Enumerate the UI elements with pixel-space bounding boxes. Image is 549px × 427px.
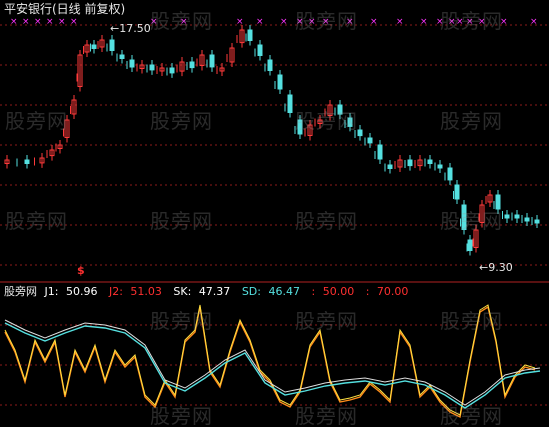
candle-body: [149, 64, 155, 71]
legend-level-50: : 50.00: [311, 285, 355, 298]
indicator-name: 股旁网: [4, 285, 37, 298]
watermark: 股旁网: [150, 109, 213, 133]
candle-body: [257, 44, 263, 56]
signal-cross: ×: [46, 17, 54, 27]
watermark: 股旁网: [150, 9, 213, 33]
candle-body: [407, 159, 413, 167]
candle-body: [357, 129, 363, 137]
signal-cross: ×: [10, 17, 18, 27]
chart-title: 平安银行(日线 前复权): [4, 2, 126, 16]
watermark: 股旁网: [150, 404, 213, 427]
candle-body: [267, 59, 273, 71]
watermark: 股旁网: [440, 9, 503, 33]
candle-body: [514, 214, 520, 219]
candle-body: [367, 137, 373, 144]
watermark: 股旁网: [295, 9, 358, 33]
candle-body: [377, 144, 383, 160]
legend-j1: J1: 50.96: [44, 285, 98, 298]
watermark: 股旁网: [440, 404, 503, 427]
candle-body: [504, 214, 510, 219]
signal-cross: ×: [370, 17, 378, 27]
watermark: 股旁网: [440, 209, 503, 233]
candle-body: [169, 67, 175, 74]
watermark: 股旁网: [5, 109, 68, 133]
watermark: 股旁网: [5, 209, 68, 233]
legend-sk: SK: 47.37: [173, 285, 231, 298]
signal-cross: ×: [396, 17, 404, 27]
watermark: 股旁网: [295, 404, 358, 427]
low-price-label: ←9.30: [479, 261, 513, 274]
candle-body: [454, 184, 460, 200]
candle-body: [437, 164, 443, 169]
candle-body: [109, 39, 115, 51]
watermark: 股旁网: [150, 209, 213, 233]
candle-body: [467, 239, 473, 251]
candle-body: [24, 159, 30, 164]
signal-cross: ×: [420, 17, 428, 27]
candle-body: [129, 59, 135, 68]
candle-body: [387, 164, 393, 169]
signal-cross: ×: [280, 17, 288, 27]
signal-cross: ×: [530, 17, 538, 27]
signal-cross: ×: [70, 17, 78, 27]
signal-cross: ×: [256, 17, 264, 27]
signal-cross: ×: [236, 17, 244, 27]
stock-chart-window[interactable]: × × × × × × × × × × × × × × × × × × × × × × × × × 平安银行(日线 前复权) ←…: [0, 0, 549, 427]
candle-body: [534, 219, 540, 224]
legend-j2: J2: 51.03: [108, 285, 162, 298]
high-price-label: ←17.50: [110, 22, 151, 35]
candle-body: [119, 54, 125, 59]
watermark: 股旁网: [295, 209, 358, 233]
signal-cross: ×: [22, 17, 30, 27]
signal-cross: ×: [58, 17, 66, 27]
indicator-legend: 股旁网 J1: 50.96 J2: 51.03 SK: 47.37 SD: 46…: [4, 285, 416, 298]
candle-body: [447, 167, 453, 181]
candle-body: [189, 61, 195, 69]
candle-body: [524, 217, 530, 222]
watermark: 股旁网: [295, 109, 358, 133]
watermark: 股旁网: [440, 109, 503, 133]
legend-sd: SD: 46.47: [241, 285, 300, 298]
candle-body: [209, 54, 215, 68]
watermark: 股旁网: [295, 309, 358, 333]
buy-marker: $: [77, 264, 85, 277]
candle-body: [287, 94, 293, 113]
watermark: 股旁网: [150, 309, 213, 333]
candle-body: [91, 44, 97, 49]
signal-cross: ×: [34, 17, 42, 27]
legend-level-70: : 70.00: [365, 285, 409, 298]
candle-body: [427, 159, 433, 164]
candle-body: [247, 29, 253, 41]
candle-body: [277, 74, 283, 90]
watermark: 股旁网: [440, 309, 503, 333]
